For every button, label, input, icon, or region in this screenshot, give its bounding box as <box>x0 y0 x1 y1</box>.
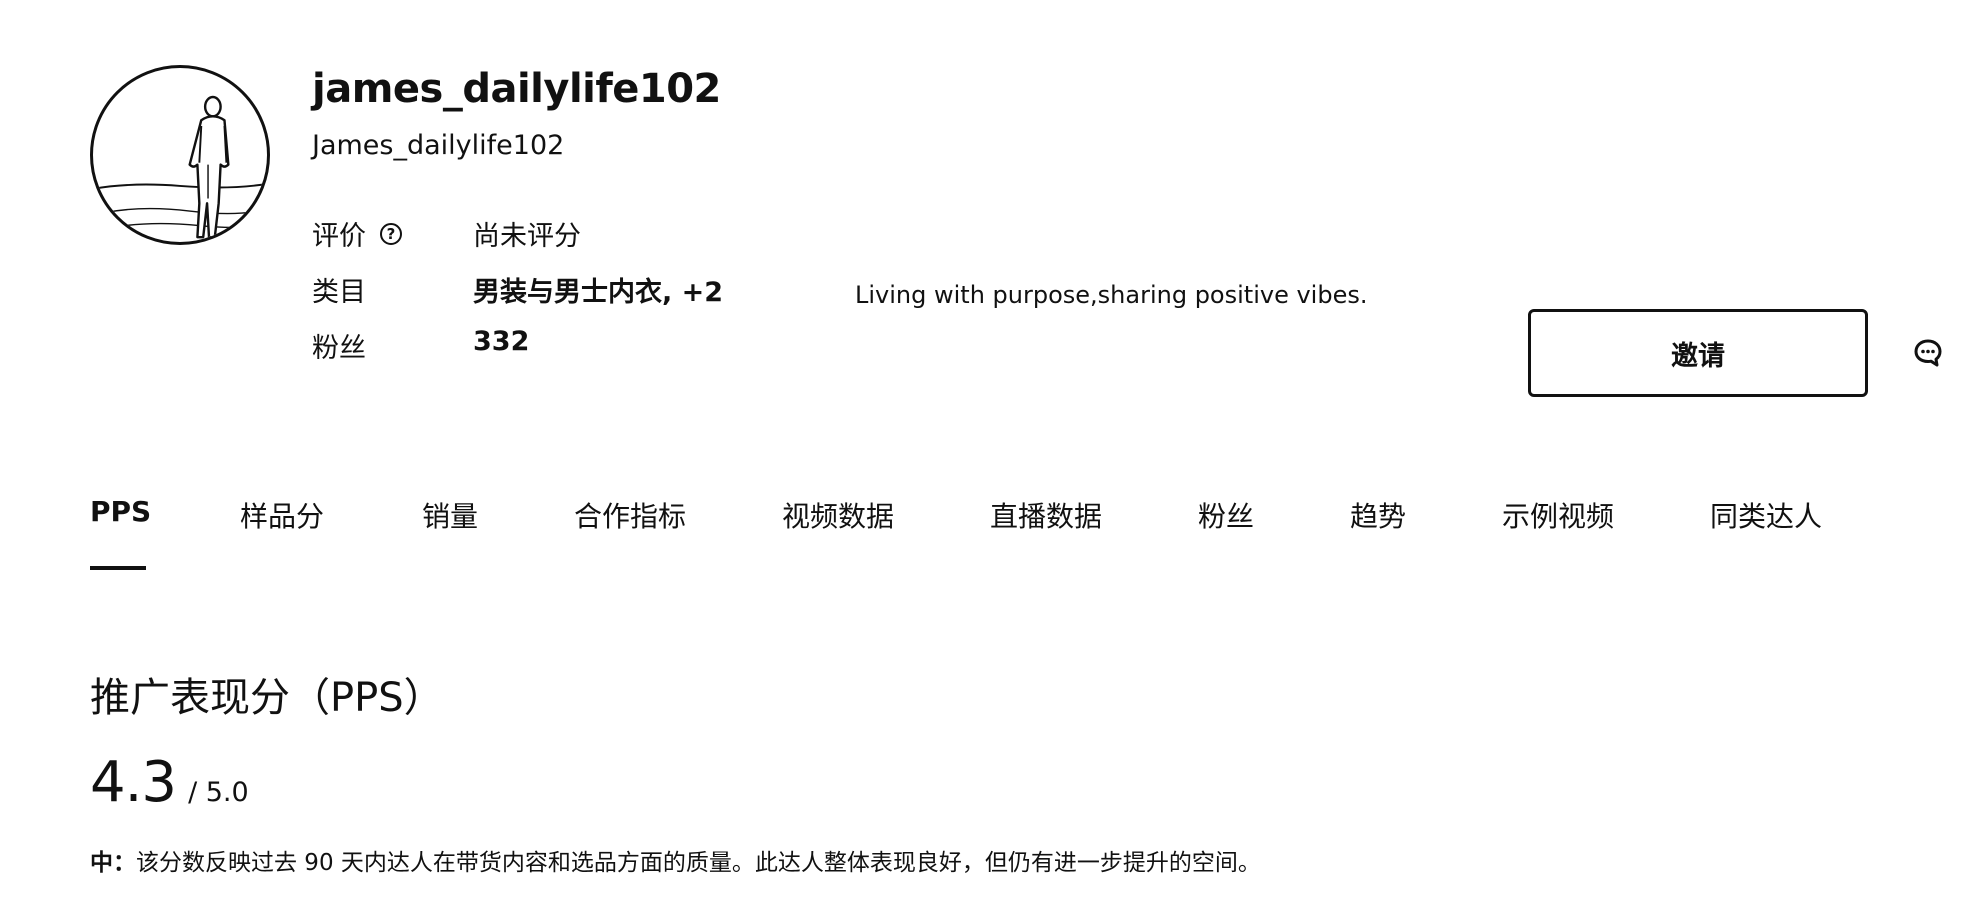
rating-value: 尚未评分 <box>473 221 581 252</box>
rating-label: 评价 <box>312 221 366 252</box>
category-label: 类目 <box>312 277 366 308</box>
help-icon[interactable]: ? <box>380 222 402 245</box>
tab-sample-videos[interactable]: 示例视频 <box>1502 495 1614 535</box>
tab-sample-score[interactable]: 样品分 <box>240 495 324 535</box>
avatar <box>90 65 270 245</box>
tab-sales[interactable]: 销量 <box>422 495 478 535</box>
tab-fans[interactable]: 粉丝 <box>1198 495 1254 535</box>
user-handle: James_dailylife102 <box>312 130 565 161</box>
pps-score-max: / 5.0 <box>188 777 249 808</box>
pps-score: 4.3 / 5.0 <box>90 750 249 815</box>
pps-description: 中：该分数反映过去 90 天内达人在带货内容和选品方面的质量。此达人整体表现良好… <box>90 843 1261 877</box>
person-silhouette-icon <box>93 95 267 239</box>
chat-bubble-icon[interactable] <box>1913 338 1943 368</box>
tab-pps[interactable]: PPS <box>90 495 151 528</box>
fans-value: 332 <box>473 326 530 357</box>
bio-text: Living with purpose,sharing positive vib… <box>855 281 1368 309</box>
tab-bar: PPS 样品分 销量 合作指标 视频数据 直播数据 粉丝 趋势 示例视频 同类达… <box>0 495 1966 575</box>
tab-cooperation[interactable]: 合作指标 <box>574 495 686 535</box>
tab-similar-creators[interactable]: 同类达人 <box>1710 495 1822 535</box>
username: james_dailylife102 <box>312 66 721 112</box>
tab-video-data[interactable]: 视频数据 <box>782 495 894 535</box>
tab-trends[interactable]: 趋势 <box>1350 495 1406 535</box>
fans-label: 粉丝 <box>312 333 366 364</box>
tab-live-data[interactable]: 直播数据 <box>990 495 1102 535</box>
category-value: 男装与男士内衣, +2 <box>473 277 724 308</box>
rating-label-row: 评价 ? <box>312 214 402 253</box>
pps-score-value: 4.3 <box>90 750 177 815</box>
pps-level: 中： <box>90 850 136 876</box>
pps-section-title: 推广表现分（PPS） <box>90 675 444 721</box>
active-tab-indicator <box>90 566 146 570</box>
invite-button[interactable]: 邀请 <box>1528 309 1868 397</box>
pps-description-text: 该分数反映过去 90 天内达人在带货内容和选品方面的质量。此达人整体表现良好，但… <box>136 850 1261 876</box>
